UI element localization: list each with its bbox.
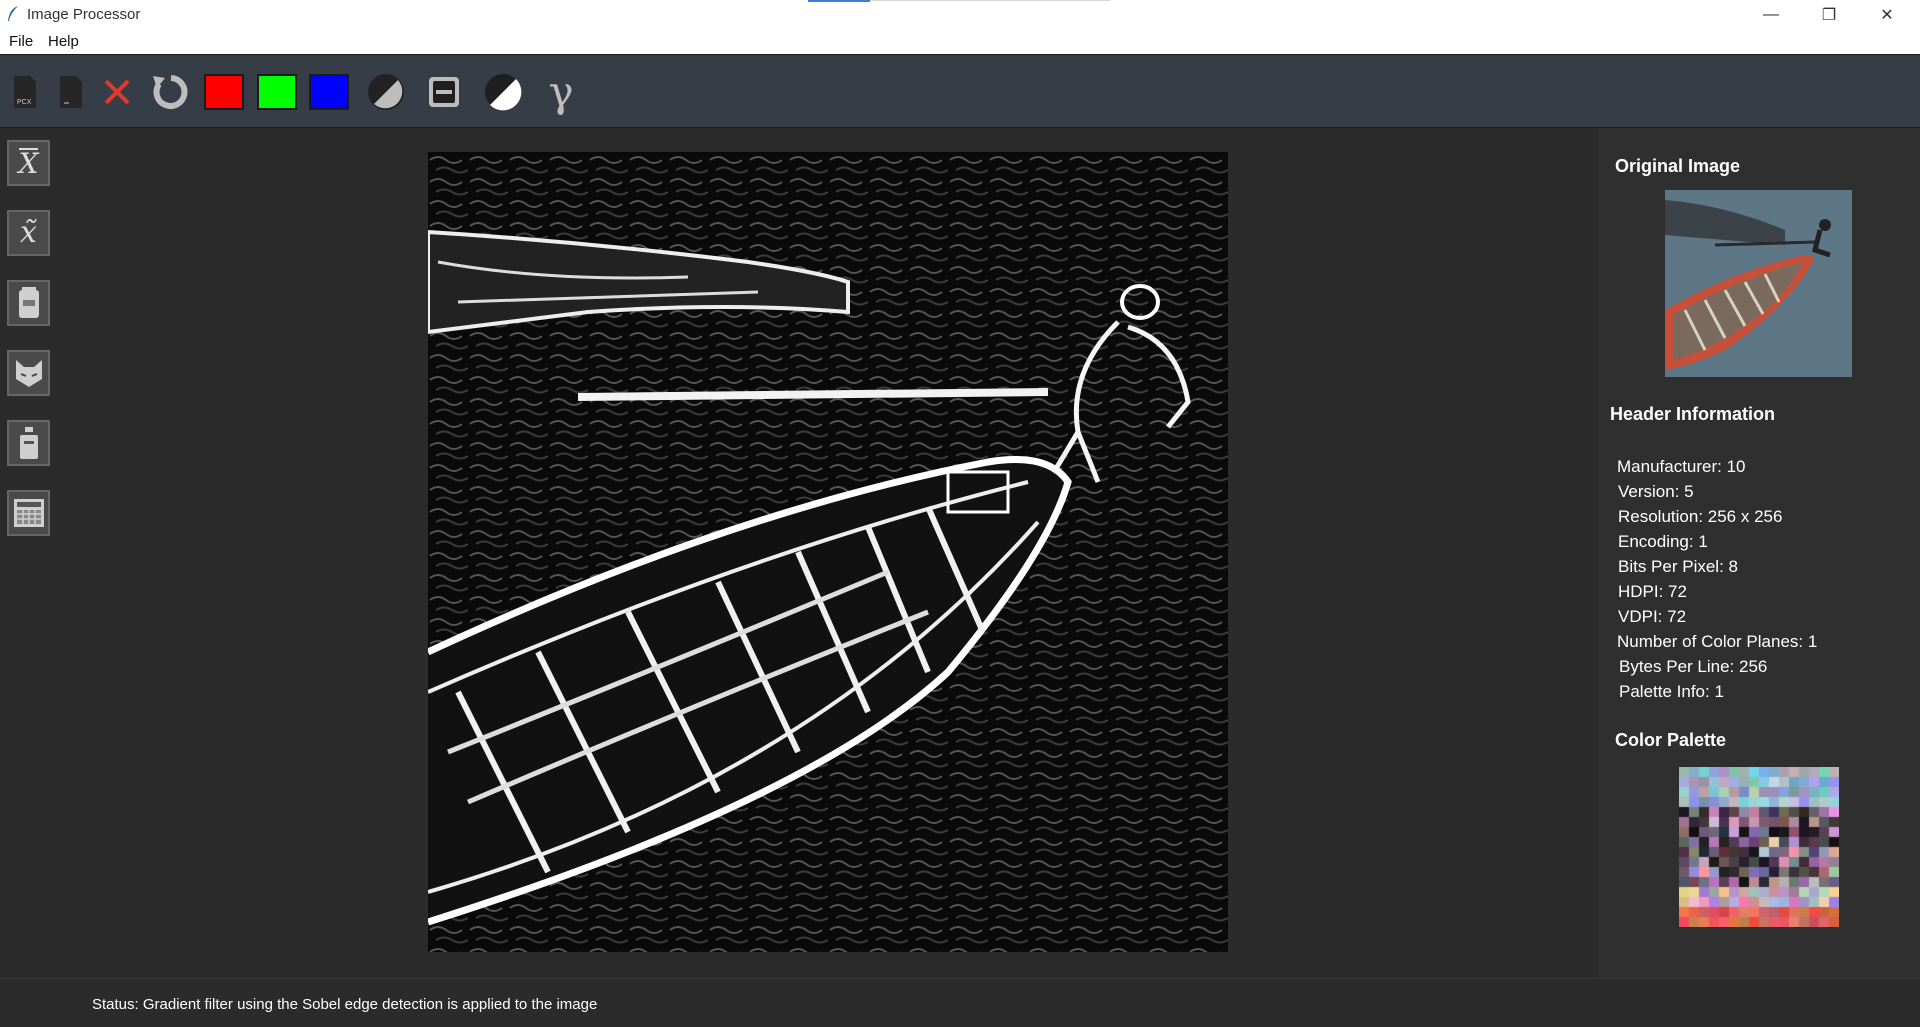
grayscale-button[interactable] xyxy=(365,71,407,113)
feather-icon xyxy=(8,6,18,21)
header-hdpi: HDPI: 72 xyxy=(1618,582,1687,601)
blue-channel-button[interactable] xyxy=(309,74,349,110)
pcx-file-icon: PCX xyxy=(14,76,36,108)
menu-help[interactable]: Help xyxy=(48,33,79,50)
boat-photo xyxy=(1665,190,1852,377)
minus-square-icon xyxy=(429,77,459,107)
original-image-heading: Original Image xyxy=(1615,156,1741,176)
cat-filter-button[interactable] xyxy=(7,350,50,396)
left-sidebar: X x̃ xyxy=(0,128,56,978)
median-filter-button[interactable]: x̃ xyxy=(7,210,50,256)
histogram-button[interactable] xyxy=(7,490,50,536)
restore-button[interactable]: ❐ xyxy=(1800,0,1858,29)
status-bar: Status: Gradient filter using the Sobel … xyxy=(0,978,1920,1027)
color-palette-heading: Color Palette xyxy=(1615,730,1727,750)
file-icon xyxy=(60,76,82,108)
header-manufacturer: Manufacturer: 10 xyxy=(1617,457,1746,476)
header-resolution: Resolution: 256 x 256 xyxy=(1618,507,1783,526)
gamma-icon: γ xyxy=(548,67,574,116)
rotate-icon xyxy=(153,75,188,109)
negative-button[interactable] xyxy=(423,71,465,113)
window-title: Image Processor xyxy=(27,6,141,23)
red-channel-button[interactable] xyxy=(204,74,244,110)
toolbar: PCX γ xyxy=(0,54,1920,128)
jar-icon xyxy=(18,287,39,318)
color-palette-grid xyxy=(1679,767,1839,927)
svg-text:PCX: PCX xyxy=(17,99,32,106)
image-canvas xyxy=(56,128,1598,978)
header-version: Version: 5 xyxy=(1618,482,1694,501)
minimize-button[interactable]: — xyxy=(1742,0,1800,29)
title-bar: Image Processor — ❐ ✕ xyxy=(0,0,1920,29)
menu-file[interactable]: File xyxy=(9,33,33,50)
threshold-button[interactable] xyxy=(482,71,524,113)
reset-button[interactable] xyxy=(148,71,190,113)
close-window-button[interactable]: ✕ xyxy=(1858,0,1916,29)
salt-shaker-icon xyxy=(19,427,38,459)
header-info-heading: Header Information xyxy=(1610,404,1776,424)
header-encoding: Encoding: 1 xyxy=(1618,532,1708,551)
original-image-thumbnail xyxy=(1665,190,1852,377)
sobel-edge-image xyxy=(428,152,1228,952)
header-palette-info: Palette Info: 1 xyxy=(1619,682,1724,701)
close-image-button[interactable] xyxy=(96,71,138,113)
info-panel: Original Image Header Information Manufa… xyxy=(1598,128,1920,978)
open-pcx-button[interactable]: PCX xyxy=(4,71,46,113)
header-vdpi: VDPI: 72 xyxy=(1618,607,1687,626)
grayscale-icon xyxy=(368,74,404,110)
header-color-planes: Number of Color Planes: 1 xyxy=(1617,632,1818,651)
laplacian-filter-button[interactable] xyxy=(7,280,50,326)
status-text: Status: Gradient filter using the Sobel … xyxy=(92,996,598,1013)
green-channel-button[interactable] xyxy=(257,74,297,110)
header-bytes-per-line: Bytes Per Line: 256 xyxy=(1619,657,1768,676)
mean-icon: X xyxy=(18,147,39,180)
processed-image xyxy=(428,152,1228,952)
contrast-icon xyxy=(485,74,522,111)
salt-pepper-button[interactable] xyxy=(7,420,50,466)
open-file-button[interactable] xyxy=(50,71,92,113)
gamma-button[interactable]: γ xyxy=(540,71,582,113)
grid-icon xyxy=(13,499,44,527)
header-bits-per-pixel: Bits Per Pixel: 8 xyxy=(1618,557,1738,576)
median-icon: x̃ xyxy=(20,215,37,250)
cat-icon xyxy=(15,360,42,387)
close-icon xyxy=(104,79,130,105)
menu-bar: File Help xyxy=(0,29,1920,54)
mean-filter-button[interactable]: X xyxy=(7,140,50,186)
